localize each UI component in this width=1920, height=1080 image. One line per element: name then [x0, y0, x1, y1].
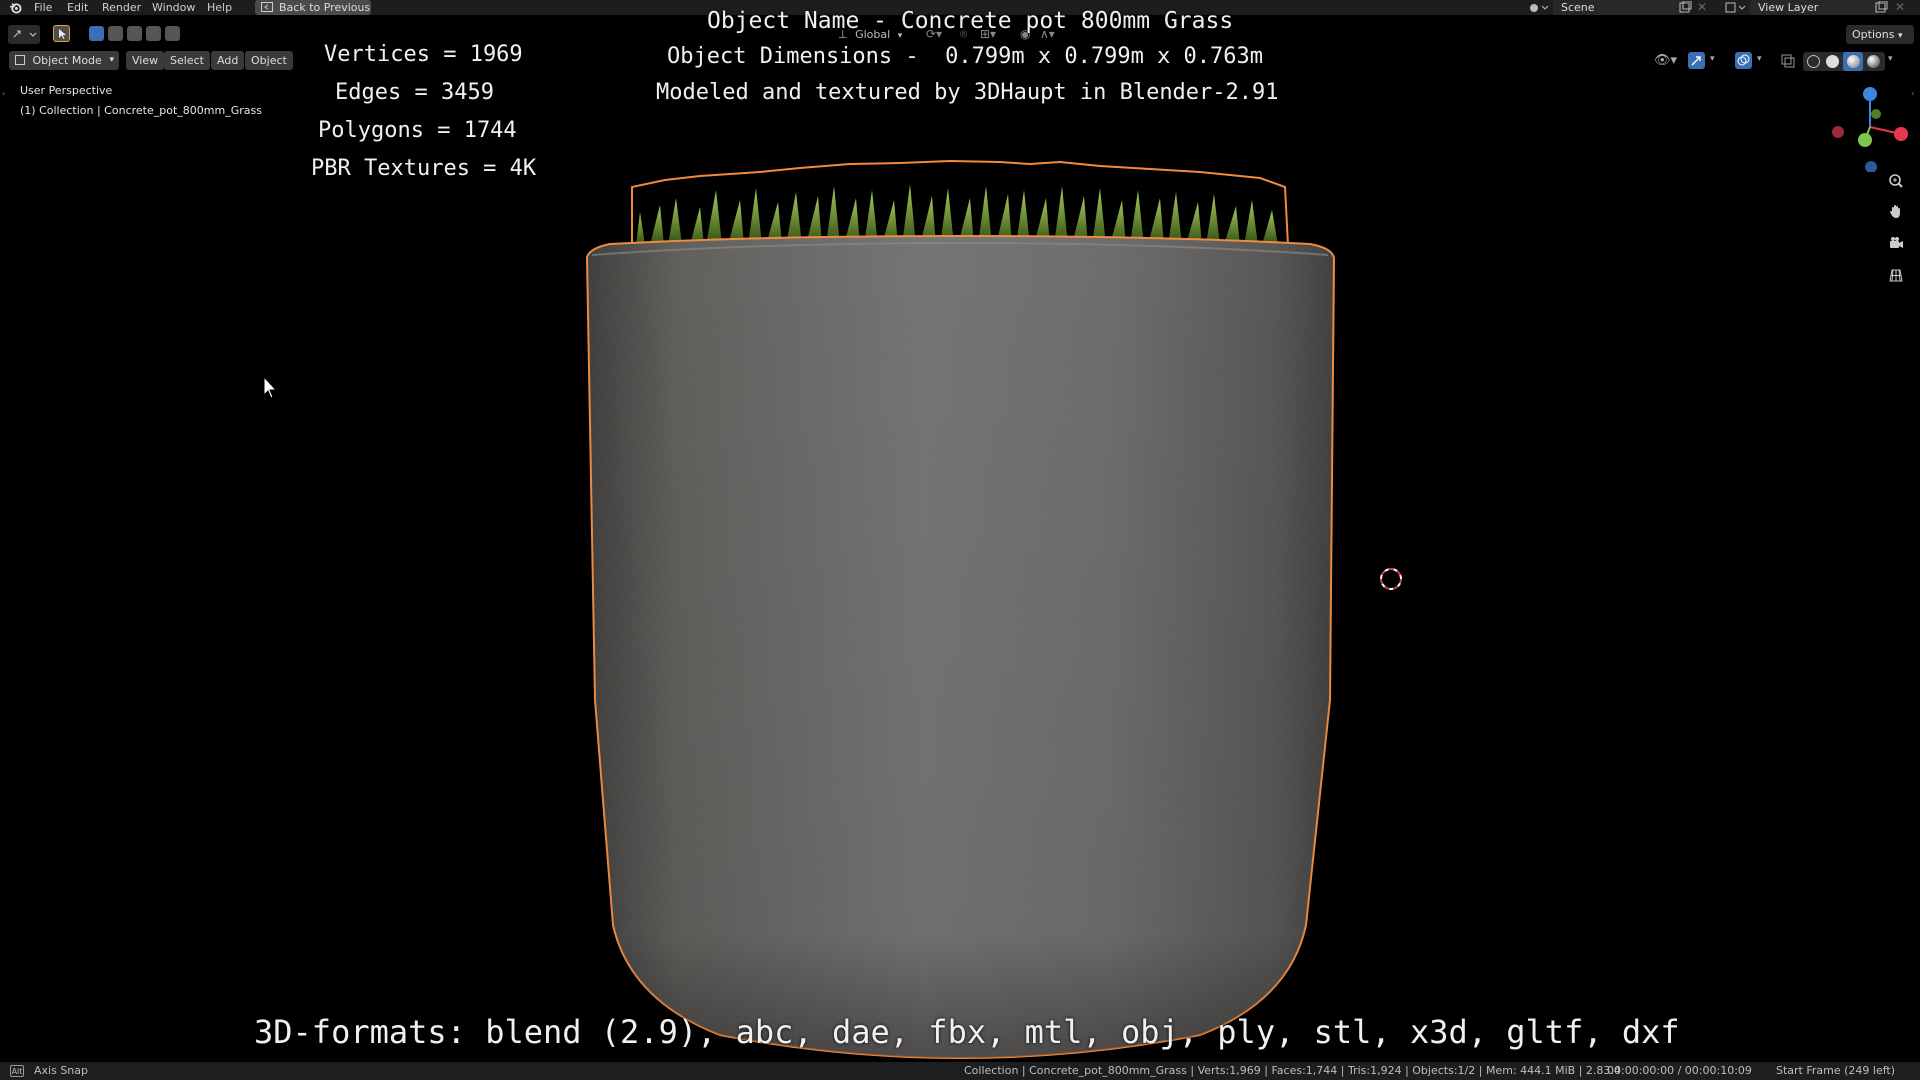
- view-layer-label: View Layer: [1758, 1, 1819, 14]
- edges-stat: Edges = 3459: [335, 80, 494, 105]
- object-menu[interactable]: Object: [245, 51, 293, 70]
- select-mode-invert-icon[interactable]: [146, 26, 161, 41]
- camera-view-icon[interactable]: [1883, 230, 1909, 256]
- gizmo-y-axis-icon[interactable]: [1858, 133, 1872, 147]
- active-collection-label: (1) Collection | Concrete_pot_800mm_Gras…: [20, 104, 262, 117]
- select-tool-icon[interactable]: [53, 25, 70, 42]
- scene-type-icon[interactable]: [1527, 1, 1549, 14]
- zoom-icon[interactable]: [1883, 168, 1909, 194]
- solid-shading-icon[interactable]: [1826, 55, 1839, 68]
- scene-field[interactable]: Scene: [1553, 0, 1683, 15]
- wireframe-shading-icon[interactable]: [1807, 55, 1820, 68]
- gizmo-neg-x-axis-icon[interactable]: [1832, 126, 1844, 138]
- axis-snap-hint: Axis Snap: [34, 1064, 88, 1077]
- add-menu-label: Add: [217, 54, 239, 67]
- back-to-previous-button[interactable]: Back to Previous: [255, 0, 371, 15]
- formats-text: 3D-formats: blend (2.9), abc, dae, fbx, …: [254, 1013, 1680, 1051]
- object-menu-label: Object: [251, 54, 287, 67]
- viewport[interactable]: › ‹ User Perspective (1) Collection | Co…: [0, 8, 1920, 1062]
- object-mode-dropdown[interactable]: Object Mode ▾: [9, 51, 119, 70]
- menu-render[interactable]: Render: [102, 0, 141, 15]
- pan-hand-icon[interactable]: [1883, 198, 1909, 224]
- visibility-icon[interactable]: 👁︎▾: [1654, 53, 1677, 68]
- menu-edit[interactable]: Edit: [67, 0, 88, 15]
- editor-type-button[interactable]: [8, 25, 40, 44]
- object-name-title: Object Name - Concrete pot 800mm Grass: [707, 8, 1234, 34]
- menu-file[interactable]: File: [34, 0, 52, 15]
- concrete-pot-object[interactable]: [0, 72, 1920, 1062]
- mouse-pointer-icon: [263, 375, 278, 399]
- view-layer-type-icon[interactable]: [1724, 1, 1746, 14]
- options-label: Options: [1852, 28, 1895, 41]
- select-menu-label: Select: [170, 54, 204, 67]
- scene-label: Scene: [1561, 1, 1595, 14]
- status-bar: Alt Axis Snap Collection | Concrete_pot_…: [0, 1062, 1920, 1080]
- rendered-shading-icon[interactable]: [1867, 55, 1880, 68]
- gizmo-toggle-icon[interactable]: [1688, 52, 1705, 69]
- shading-dropdown-icon[interactable]: ▾: [1888, 54, 1893, 64]
- view-layer-new-icon[interactable]: [1874, 0, 1888, 14]
- xray-toggle-icon[interactable]: [1779, 52, 1796, 69]
- polygons-stat: Polygons = 1744: [318, 118, 517, 143]
- select-menu[interactable]: Select: [164, 51, 210, 70]
- view-layer-field[interactable]: View Layer: [1750, 0, 1878, 15]
- menu-help[interactable]: Help: [207, 0, 232, 15]
- object-mode-icon: [15, 55, 25, 65]
- add-menu[interactable]: Add: [211, 51, 245, 70]
- back-to-previous-label: Back to Previous: [279, 1, 371, 14]
- editor-type-icon: [13, 30, 37, 38]
- shading-modes: [1803, 52, 1885, 71]
- credit-text: Modeled and textured by 3DHaupt in Blend…: [656, 80, 1279, 105]
- gizmo-dropdown-icon[interactable]: ▾: [1710, 54, 1715, 64]
- overlays-dropdown-icon[interactable]: ▾: [1757, 54, 1762, 64]
- navigation-gizmo[interactable]: [1825, 82, 1915, 172]
- perspective-toggle-icon[interactable]: [1883, 262, 1909, 288]
- chevron-down-icon: ▾: [1897, 31, 1903, 41]
- gizmo-neg-z-axis-icon[interactable]: [1865, 161, 1877, 172]
- menu-window[interactable]: Window: [152, 0, 195, 15]
- select-mode-intersect-icon[interactable]: [165, 26, 180, 41]
- options-dropdown[interactable]: Options ▾: [1846, 25, 1914, 44]
- vertices-stat: Vertices = 1969: [324, 42, 523, 67]
- scene-statistics: Collection | Concrete_pot_800mm_Grass | …: [964, 1064, 1621, 1077]
- object-dimensions-text: Object Dimensions - 0.799m x 0.799m x 0.…: [667, 44, 1264, 69]
- select-mode-subtract-icon[interactable]: [127, 26, 142, 41]
- timecode-text: 00:00:00:00 / 00:00:10:09: [1607, 1064, 1752, 1077]
- overlays-toggle-icon[interactable]: [1735, 52, 1752, 69]
- back-screen-icon: [261, 2, 273, 12]
- object-mode-label: Object Mode: [32, 54, 102, 67]
- chevron-down-icon: ▾: [109, 55, 114, 65]
- gizmo-neg-y-axis-icon[interactable]: [1871, 109, 1881, 119]
- alt-key-icon: Alt: [10, 1065, 24, 1077]
- select-mode-new-icon[interactable]: [89, 26, 104, 41]
- gizmo-x-axis-icon[interactable]: [1894, 127, 1908, 141]
- scene-new-icon[interactable]: [1678, 0, 1692, 14]
- start-frame-text: Start Frame (249 left): [1776, 1064, 1896, 1077]
- select-mode-extend-icon[interactable]: [108, 26, 123, 41]
- textures-stat: PBR Textures = 4K: [311, 156, 537, 181]
- blender-logo-icon[interactable]: [9, 1, 22, 14]
- view-layer-close-icon[interactable]: ✕: [1895, 0, 1905, 14]
- view-menu[interactable]: View: [126, 51, 165, 70]
- 3d-cursor-icon[interactable]: [1380, 568, 1402, 590]
- gizmo-z-axis-icon[interactable]: [1863, 87, 1877, 101]
- material-shading-icon[interactable]: [1843, 52, 1863, 71]
- scene-close-icon[interactable]: ✕: [1697, 0, 1707, 14]
- view-perspective-label: User Perspective: [20, 84, 113, 97]
- view-menu-label: View: [132, 54, 159, 67]
